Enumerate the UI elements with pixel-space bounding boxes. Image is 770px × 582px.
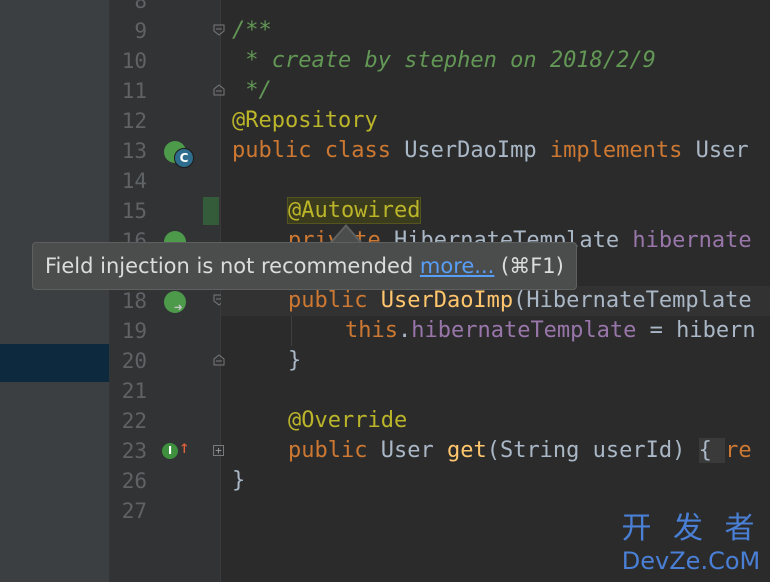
code-line-26[interactable]: } [232, 466, 245, 496]
keyword: public [288, 288, 381, 313]
folded-block[interactable]: { [698, 438, 726, 463]
code-line-9[interactable]: /** [232, 16, 272, 46]
code-line-18[interactable]: public UserDaoImp(HibernateTemplate [288, 286, 752, 316]
fold-end-icon[interactable] [213, 354, 225, 366]
field-name: hibernate [632, 228, 752, 253]
line-number: 13 [121, 139, 147, 163]
code-line-20[interactable]: } [288, 346, 301, 376]
fold-start-icon[interactable] [213, 24, 225, 36]
line-number: 14 [121, 169, 147, 193]
method-name: get [446, 438, 487, 463]
code-line-19[interactable]: this.hibernateTemplate = hibern [345, 316, 756, 346]
watermark-top: 开 发 者 [621, 511, 761, 546]
keyword: implements [549, 138, 696, 163]
line-number: 11 [121, 79, 147, 103]
project-panel [0, 0, 109, 582]
constructor-name: UserDaoImp [380, 288, 514, 313]
line-number: 20 [121, 349, 147, 373]
watermark-bottom: DevZe.CoM [621, 547, 761, 575]
code-line-13[interactable]: public class UserDaoImp implements User [232, 136, 749, 166]
navigate-arrow-icon: ➜ [174, 300, 183, 316]
line-number: 18 [121, 289, 147, 313]
keyword: this [345, 318, 398, 343]
change-marker [203, 197, 219, 225]
line-number: 26 [121, 469, 147, 493]
code-line-15[interactable]: @Autowired [286, 196, 422, 226]
keyword: re [725, 438, 752, 463]
field-name: hibernateTemplate [411, 318, 637, 343]
tooltip-more-link[interactable]: more... [420, 254, 494, 278]
keyword: public class [232, 138, 405, 163]
line-number: 27 [121, 499, 147, 523]
keyword: public [288, 438, 381, 463]
line-number: 8 [134, 0, 147, 13]
implements-icon[interactable]: I [162, 443, 178, 459]
tooltip-shortcut: (⌘F1) [494, 254, 564, 278]
code-line-12[interactable]: @Repository [232, 106, 378, 136]
assignment: = hibern [636, 318, 756, 343]
line-number: 21 [121, 379, 147, 403]
line-number: 19 [121, 319, 147, 343]
params: (String userId) [486, 438, 699, 463]
line-number: 15 [121, 199, 147, 223]
override-up-arrow-icon[interactable]: ↑ [179, 438, 190, 458]
watermark-logo: 开 发 者 DevZe.CoM [612, 512, 770, 576]
line-number: 10 [121, 49, 147, 73]
line-number: 22 [121, 409, 147, 433]
interface-name: User [695, 138, 749, 163]
project-selected-item[interactable] [0, 344, 109, 382]
line-number: 23 [121, 439, 147, 463]
inspection-tooltip: Field injection is not recommended more.… [32, 242, 577, 290]
tooltip-pointer-fill [332, 227, 360, 243]
code-line-10[interactable]: * create by stephen on 2018/2/9 [232, 46, 656, 76]
line-number: 12 [121, 109, 147, 133]
indent-guide [291, 316, 292, 346]
autowired-annotation[interactable]: @Autowired [286, 197, 422, 224]
params: (HibernateTemplate [513, 288, 752, 313]
tooltip-message: Field injection is not recommended [45, 254, 420, 278]
code-line-22[interactable]: @Override [288, 406, 407, 436]
code-line-11[interactable]: */ [232, 76, 272, 106]
class-badge-icon: C [174, 148, 194, 168]
code-line-23[interactable]: public User get(String userId) { re [288, 436, 752, 466]
dot: . [397, 318, 412, 343]
class-name: UserDaoImp [404, 138, 550, 163]
type-name: User [380, 438, 447, 463]
line-number: 9 [134, 19, 147, 43]
fold-expand-icon[interactable]: + [213, 445, 224, 456]
fold-end-icon[interactable] [213, 84, 225, 96]
